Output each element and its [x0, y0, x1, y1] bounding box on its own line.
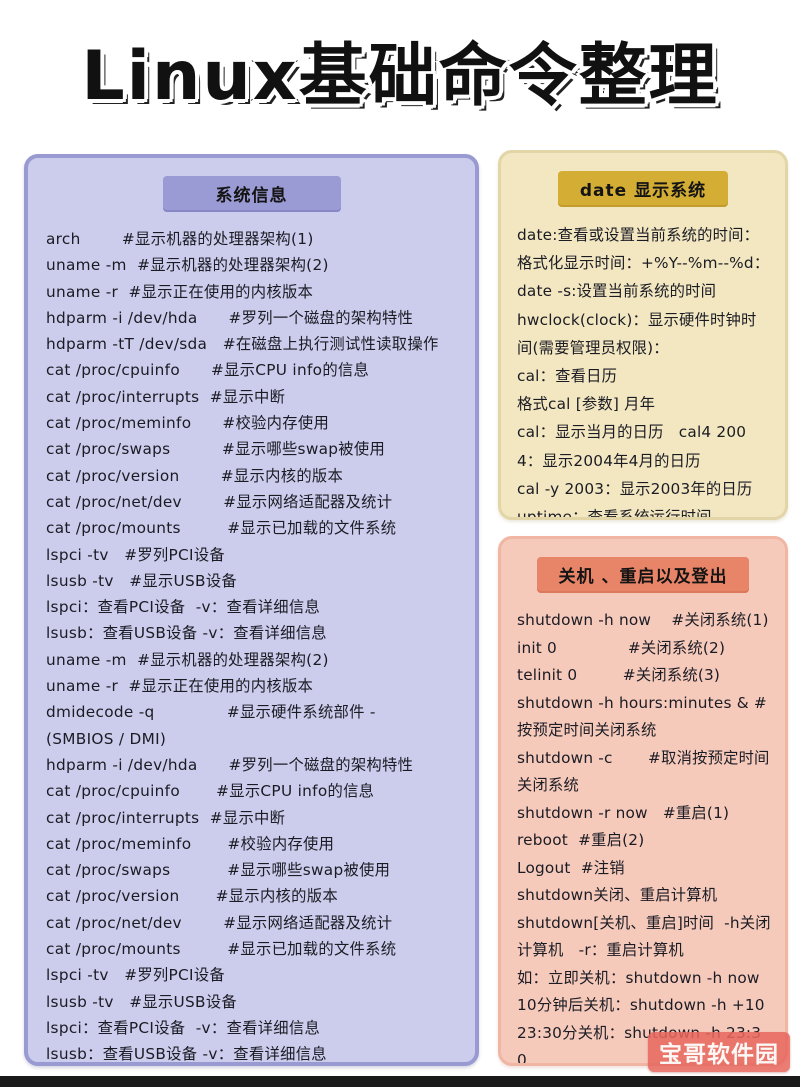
command-line: cal：查看日历 [517, 367, 618, 386]
command-line: lsusb：查看USB设备 -v：查看详细信息 [46, 624, 327, 643]
command-line: shutdown关闭、重启计算机 [517, 886, 718, 904]
panel-system-info-header: 系统信息 [162, 176, 341, 212]
panel-date-commands-header: date 显示系统 [558, 171, 728, 207]
panel-date-commands-body: date 显示系统 date:查看或设置当前系统的时间：格式化显示时间：+%Y-… [501, 153, 785, 520]
command-line: hwclock(clock)：显示硬件时钟时间(需要管理员权限)： [517, 310, 757, 357]
watermark: 宝哥软件园 [648, 1032, 790, 1072]
command-line: cal：显示当月的日历 cal4 2004：显示2004年4月的日历 [517, 423, 747, 470]
page-title: Linux基础命令整理 [80, 35, 719, 117]
command-line: cat /proc/version #显示内核的版本 [46, 466, 344, 485]
command-line: cat /proc/mounts #显示已加载的文件系统 [46, 940, 397, 959]
panel-shutdown-commands-header: 关机 、重启以及登出 [537, 557, 749, 593]
panel-date-commands-lines: date:查看或设置当前系统的时间：格式化显示时间：+%Y--%m--%d： da… [511, 217, 775, 520]
command-line: cat /proc/meminfo #校验内存使用 [46, 834, 335, 853]
command-line: cat /proc/mounts #显示已加载的文件系统 [46, 519, 397, 538]
command-line: lspci -tv #罗列PCI设备 [46, 966, 226, 985]
command-line: lsusb：查看USB设备 -v：查看详细信息 [46, 1045, 327, 1064]
command-line: lspci：查看PCI设备 -v：查看详细信息 [46, 598, 321, 617]
command-line: shutdown -h hours:minutes & #按预定时间关闭系统 [517, 693, 767, 740]
command-line: cat /proc/cpuinfo #显示CPU info的信息 [46, 782, 375, 801]
command-line: 10分钟后关机：shutdown -h +10 [517, 996, 765, 1014]
panel-system-info-body: 系统信息 arch #显示机器的处理器架构(1) uname -m #显示机器的处… [28, 158, 475, 1064]
command-line: lspci：查看PCI设备 -v：查看详细信息 [46, 1018, 321, 1037]
panel-shutdown-commands-lines: shutdown -h now #关闭系统(1) init 0 #关闭系统(2) t… [511, 603, 775, 1063]
command-line: shutdown -h now #关闭系统(1) [517, 611, 769, 629]
command-line: reboot #重启(2) [517, 831, 645, 849]
command-line: arch #显示机器的处理器架构(1) [46, 230, 314, 248]
command-line: lsusb -tv #显示USB设备 [46, 571, 238, 590]
page-title-banner: Linux基础命令整理 [0, 14, 800, 124]
command-line: Logout #注销 [517, 858, 625, 877]
command-line: cat /proc/meminfo #校验内存使用 [46, 414, 330, 433]
panel-date-commands: date 显示系统 date:查看或设置当前系统的时间：格式化显示时间：+%Y-… [498, 150, 788, 520]
command-line: lspci -tv #罗列PCI设备 [46, 545, 226, 564]
command-line: (SMBIOS / DMI) [46, 729, 167, 748]
command-line: 如：立即关机：shutdown -h now [517, 968, 760, 987]
command-line: date:查看或设置当前系统的时间：格式化显示时间：+%Y--%m--%d： [517, 226, 770, 273]
command-line: uname -r #显示正在使用的内核版本 [46, 677, 314, 696]
panel-system-info-lines: arch #显示机器的处理器架构(1) uname -m #显示机器的处理器架构(… [38, 222, 465, 1064]
panel-system-info: 系统信息 arch #显示机器的处理器架构(1) uname -m #显示机器的处… [24, 154, 479, 1066]
command-line: cat /proc/swaps #显示哪些swap被使用 [46, 861, 391, 880]
command-line: cat /proc/swaps #显示哪些swap被使用 [46, 440, 386, 459]
command-line: hdparm -i /dev/hda #罗列一个磁盘的架构特性 [46, 308, 414, 327]
command-line: hdparm -tT /dev/sda #在磁盘上执行测试性读取操作 [46, 335, 439, 354]
command-line: init 0 #关闭系统(2) [517, 638, 726, 657]
command-line: cat /proc/net/dev #显示网络适配器及统计 [46, 492, 393, 511]
command-line: cal -y 2003：显示2003年的日历 [517, 479, 753, 498]
command-line: shutdown -r now #重启(1) [517, 803, 730, 822]
command-line: cat /proc/net/dev #显示网络适配器及统计 [46, 913, 393, 932]
command-line: shutdown[关机、重启]时间 -h关闭计算机 -r：重启计算机 [517, 913, 771, 960]
command-line: uptime：查看系统运行时间 [517, 508, 712, 520]
command-line: dmidecode -q #显示硬件系统部件 - [46, 703, 376, 722]
command-line: telinit 0 #关闭系统(3) [517, 666, 721, 684]
command-line: 格式cal [参数] 月年 [517, 395, 656, 414]
command-line: uname -m #显示机器的处理器架构(2) [46, 256, 329, 275]
command-line: lsusb -tv #显示USB设备 [46, 992, 238, 1011]
command-line: hdparm -i /dev/hda #罗列一个磁盘的架构特性 [46, 755, 414, 774]
command-line: shutdown -c #取消按预定时间关闭系统 [517, 748, 770, 795]
command-line: cat /proc/version #显示内核的版本 [46, 887, 338, 906]
panel-shutdown-commands-body: 关机 、重启以及登出 shutdown -h now #关闭系统(1) init … [501, 539, 785, 1063]
command-line: cat /proc/interrupts #显示中断 [46, 387, 286, 406]
command-line: uname -r #显示正在使用的内核版本 [46, 282, 314, 301]
command-line: cat /proc/cpuinfo #显示CPU info的信息 [46, 361, 370, 380]
command-line: uname -m #显示机器的处理器架构(2) [46, 650, 329, 669]
command-line: date -s:设置当前系统的时间 [517, 282, 717, 301]
command-line: cat /proc/interrupts #显示中断 [46, 808, 286, 827]
panel-shutdown-commands: 关机 、重启以及登出 shutdown -h now #关闭系统(1) init … [498, 536, 788, 1066]
bottom-bar [0, 1076, 800, 1087]
